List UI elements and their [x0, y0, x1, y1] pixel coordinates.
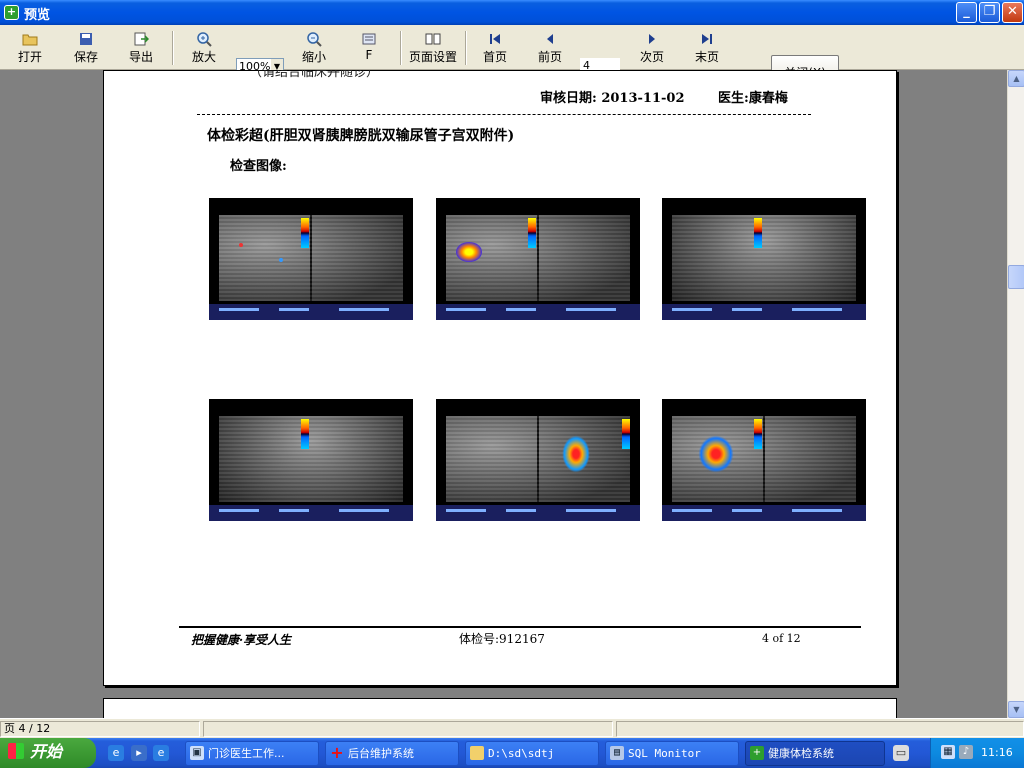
page-setup-button[interactable]: 页面设置 [407, 30, 459, 68]
toolbar: 打开 保存 导出 放大 100% ▼ 缩小 F 页面设置 首页 前页 4 次页 [0, 25, 1024, 91]
zoom-in-button[interactable]: 放大 [188, 30, 220, 68]
toolbar-separator [465, 31, 467, 65]
title-bar: + 预览 _ ❐ ✕ [0, 0, 1024, 25]
system-tray: ▦ ♪ 11:16 [930, 738, 1024, 768]
task-outpatient[interactable]: ▣ 门诊医生工作... [185, 741, 319, 766]
ultrasound-image-4 [209, 399, 413, 521]
red-cross-icon: + [330, 743, 344, 762]
book-icon [407, 30, 459, 48]
network-icon[interactable]: ▦ [941, 745, 955, 759]
next-page-preview [103, 698, 897, 718]
triangle-right-icon [638, 30, 666, 48]
ultrasound-image-3 [662, 198, 866, 320]
media-player-icon[interactable]: ▸ [131, 745, 147, 761]
task-sql-monitor[interactable]: ▤ SQL Monitor [605, 741, 739, 766]
report-page: （请结合临床并随诊） 审核日期: 2013-11-02 医生:康春梅 体检彩超(… [103, 70, 897, 686]
monitor-icon: ▤ [610, 746, 624, 760]
exam-number: 体检号:912167 [459, 632, 545, 646]
scroll-thumb[interactable] [1008, 265, 1024, 289]
fit-page-icon [358, 30, 380, 48]
fit-page-button[interactable]: F [358, 30, 380, 68]
status-bar: 页 4 / 12 [0, 718, 1024, 738]
last-page-icon [693, 30, 721, 48]
clipped-note: （请结合临床并随诊） [249, 70, 380, 80]
footer-slogan: 把握健康·享受人生 [191, 633, 292, 647]
section-title: 体检彩超(肝胆双肾胰脾膀胱双输尿管子宫双附件) [207, 128, 515, 144]
minimize-button[interactable]: _ [956, 2, 977, 23]
zoom-out-button[interactable]: 缩小 [298, 30, 330, 68]
first-page-icon [481, 30, 509, 48]
first-page-button[interactable]: 首页 [481, 30, 509, 68]
triangle-left-icon [536, 30, 564, 48]
page-of-indicator: 4 of 12 [762, 632, 801, 645]
folder-open-icon [14, 30, 46, 48]
vertical-scrollbar[interactable]: ▲ ▼ [1007, 70, 1024, 718]
scroll-down-icon[interactable]: ▼ [1008, 701, 1024, 718]
clock[interactable]: 11:16 [981, 746, 1013, 759]
windows-flag-icon [8, 743, 24, 759]
footer-rule [179, 626, 861, 628]
task-explorer-folder[interactable]: D:\sd\sdtj [465, 741, 599, 766]
internet-explorer-icon[interactable]: e [108, 745, 124, 761]
toolbar-separator [400, 31, 402, 65]
task-backend[interactable]: + 后台维护系统 [325, 741, 459, 766]
browser-icon[interactable]: e [153, 745, 169, 761]
next-page-button[interactable]: 次页 [638, 30, 666, 68]
status-cell [203, 721, 613, 737]
magnifier-plus-icon [188, 30, 220, 48]
dashed-divider [197, 114, 811, 115]
page-status: 页 4 / 12 [0, 721, 200, 737]
health-plus-icon: + [4, 5, 19, 20]
taskbar: 开始 e ▸ e ▣ 门诊医生工作... + 后台维护系统 D:\sd\sdtj ▤… [0, 738, 1024, 768]
close-window-button[interactable]: ✕ [1002, 2, 1023, 23]
toolbar-separator [172, 31, 174, 65]
ultrasound-image-2 [436, 198, 640, 320]
open-button[interactable]: 打开 [14, 30, 46, 68]
magnifier-minus-icon [298, 30, 330, 48]
export-icon [125, 30, 157, 48]
restore-button[interactable]: ❐ [979, 2, 1000, 23]
ultrasound-image-6 [662, 399, 866, 521]
doctor-name: 医生:康春梅 [718, 91, 788, 106]
keyboard-icon[interactable]: ▭ [893, 745, 909, 761]
scroll-up-icon[interactable]: ▲ [1008, 70, 1024, 87]
ultrasound-image-5 [436, 399, 640, 521]
start-button[interactable]: 开始 [0, 738, 96, 768]
status-cell [616, 721, 1024, 737]
review-date: 审核日期: 2013-11-02 [540, 91, 685, 106]
save-button[interactable]: 保存 [70, 30, 102, 68]
last-page-button[interactable]: 末页 [693, 30, 721, 68]
volume-icon[interactable]: ♪ [959, 745, 973, 759]
health-plus-icon: + [750, 746, 764, 760]
window-title: 预览 [24, 8, 51, 23]
floppy-disk-icon [70, 30, 102, 48]
folder-icon [470, 746, 484, 760]
prev-page-button[interactable]: 前页 [536, 30, 564, 68]
images-label: 检查图像: [230, 159, 287, 174]
window-icon: ▣ [190, 746, 204, 760]
task-health-exam[interactable]: + 健康体检系统 [745, 741, 885, 766]
document-viewport[interactable]: （请结合临床并随诊） 审核日期: 2013-11-02 医生:康春梅 体检彩超(… [0, 70, 1007, 718]
export-button[interactable]: 导出 [125, 30, 157, 68]
ultrasound-image-1 [209, 198, 413, 320]
